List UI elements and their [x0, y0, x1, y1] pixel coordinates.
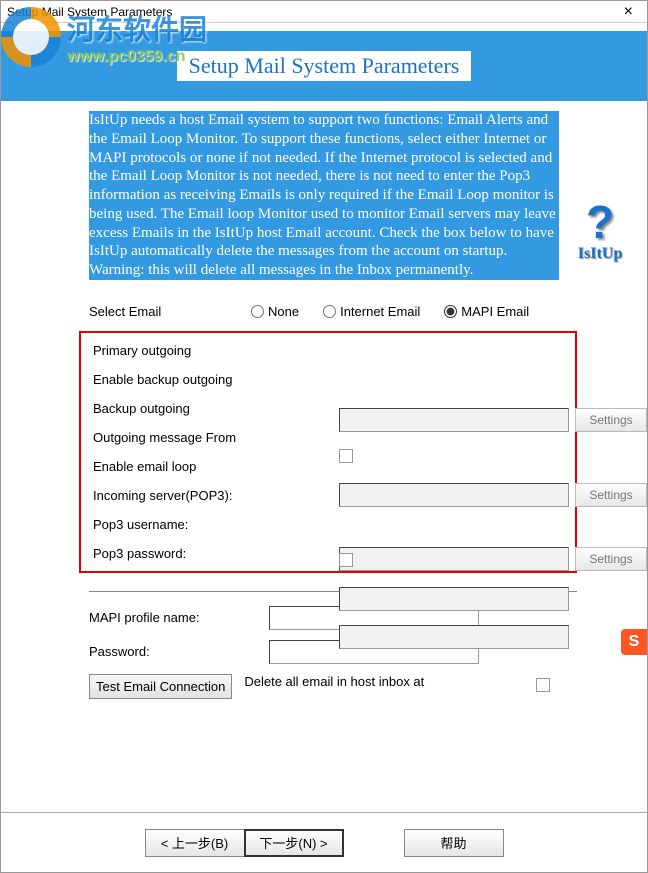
backup-settings-button[interactable]: Settings: [575, 483, 647, 507]
pop3-pass-input[interactable]: [339, 625, 569, 649]
primary-outgoing-input[interactable]: [339, 408, 569, 432]
radio-mapi[interactable]: MAPI Email: [444, 304, 529, 319]
pop3-pass-label: Pop3 password:: [93, 546, 255, 561]
test-connection-button[interactable]: Test Email Connection: [89, 674, 232, 699]
enable-loop-label: Enable email loop: [93, 459, 255, 474]
incoming-pop3-label: Incoming server(POP3):: [93, 488, 255, 503]
prev-button[interactable]: < 上一步(B): [145, 829, 245, 857]
description-text: IsItUp needs a host Email system to supp…: [89, 111, 559, 280]
radio-internet[interactable]: Internet Email: [323, 304, 420, 319]
close-icon[interactable]: ×: [616, 3, 641, 21]
help-text: IsItUp: [571, 245, 629, 263]
radio-mapi-input[interactable]: [444, 305, 457, 318]
side-widget-icon[interactable]: S: [621, 629, 647, 655]
titlebar: Setup Mail System Parameters ×: [1, 1, 647, 23]
primary-outgoing-label: Primary outgoing: [93, 343, 255, 358]
enable-loop-checkbox[interactable]: [339, 553, 353, 567]
backup-outgoing-label: Backup outgoing: [93, 401, 255, 416]
select-email-label: Select Email: [89, 304, 251, 319]
delete-all-checkbox[interactable]: [536, 678, 550, 692]
pop3-user-label: Pop3 username:: [93, 517, 255, 532]
email-radio-group: None Internet Email MAPI Email: [251, 304, 529, 319]
pop3-user-input[interactable]: [339, 587, 569, 611]
outgoing-from-label: Outgoing message From: [93, 430, 255, 445]
wizard-bar: < 上一步(B) 下一步(N) > 帮助: [1, 812, 647, 872]
backup-outgoing-input[interactable]: [339, 483, 569, 507]
question-icon: ?: [571, 199, 629, 245]
incoming-pop3-input[interactable]: [339, 547, 569, 571]
header-band: Setup Mail System Parameters: [1, 31, 647, 101]
radio-internet-input[interactable]: [323, 305, 336, 318]
radio-none-input[interactable]: [251, 305, 264, 318]
delete-all-label: Delete all email in host inbox at: [244, 674, 484, 689]
pop3-settings-button[interactable]: Settings: [575, 547, 647, 571]
enable-backup-checkbox[interactable]: [339, 449, 353, 463]
enable-backup-label: Enable backup outgoing: [93, 372, 255, 387]
page-title: Setup Mail System Parameters: [177, 51, 472, 81]
help-badge[interactable]: ? IsItUp: [571, 199, 629, 263]
radio-none[interactable]: None: [251, 304, 299, 319]
mapi-password-label: Password:: [89, 644, 269, 659]
mapi-profile-label: MAPI profile name:: [89, 610, 269, 625]
next-button[interactable]: 下一步(N) >: [244, 829, 344, 857]
primary-settings-button[interactable]: Settings: [575, 408, 647, 432]
window-title: Setup Mail System Parameters: [7, 5, 172, 19]
help-button[interactable]: 帮助: [404, 829, 504, 857]
